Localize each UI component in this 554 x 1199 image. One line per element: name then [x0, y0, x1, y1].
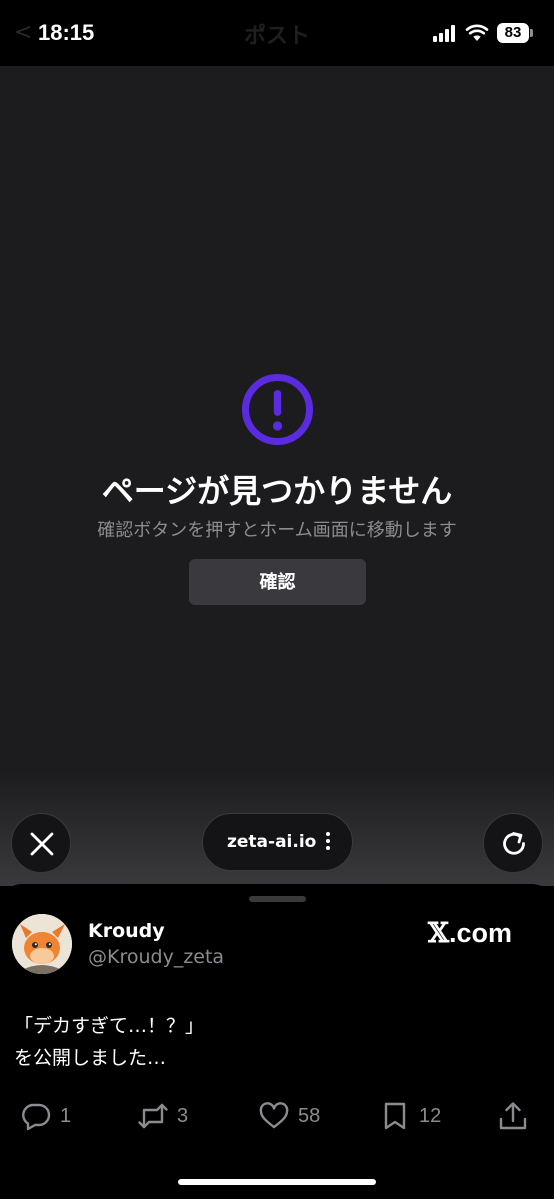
author-name[interactable]: Kroudy [88, 920, 165, 942]
bookmark-count: 12 [419, 1104, 442, 1127]
wifi-icon [465, 24, 489, 41]
x-logo-domain: .com [448, 918, 512, 948]
error-description: 確認ボタンを押すとホーム画面に移動します [97, 520, 457, 541]
exclamation-circle-icon [242, 374, 313, 445]
reply-count: 1 [60, 1104, 72, 1127]
status-time: 18:15 [38, 20, 95, 45]
post-sheet: Kroudy @Kroudy_zeta 𝕏.com 「デカすぎて…！？」 を公開… [0, 884, 554, 1199]
post-actions: 1 3 58 12 [0, 1096, 554, 1136]
status-bar: < ポスト 18:15 83 [0, 0, 554, 66]
retweet-icon [138, 1103, 168, 1129]
bookmark-icon [384, 1102, 406, 1130]
avatar[interactable] [12, 914, 72, 974]
close-button[interactable] [11, 813, 71, 873]
x-com-logo[interactable]: 𝕏.com [428, 918, 512, 949]
battery-tip [530, 29, 533, 37]
error-title: ページが見つかりません [101, 472, 453, 510]
home-indicator[interactable] [178, 1179, 376, 1185]
avatar-image [12, 914, 72, 974]
like-button[interactable]: 58 [258, 1096, 320, 1136]
reply-icon [22, 1103, 51, 1131]
reload-button[interactable] [483, 813, 543, 873]
bookmark-button[interactable]: 12 [379, 1096, 441, 1136]
reply-button[interactable]: 1 [20, 1096, 71, 1136]
url-pill[interactable]: zeta-ai.io [202, 813, 353, 871]
retweet-button[interactable]: 3 [137, 1096, 188, 1136]
author-handle[interactable]: @Kroudy_zeta [88, 946, 224, 968]
post-text: 「デカすぎて…！？」 を公開しました… [14, 1015, 205, 1069]
share-icon [499, 1102, 527, 1130]
sheet-handle[interactable] [249, 896, 306, 902]
like-count: 58 [298, 1104, 321, 1127]
confirm-button[interactable]: 確認 [189, 559, 366, 605]
battery-icon: 83 [497, 23, 529, 43]
cellular-signal-icon [433, 24, 455, 42]
heart-icon [259, 1102, 289, 1129]
url-text: zeta-ai.io [227, 832, 317, 852]
share-button[interactable] [497, 1096, 529, 1136]
x-logo-icon: 𝕏 [428, 918, 449, 949]
close-icon [30, 832, 54, 856]
more-options-icon[interactable] [325, 832, 331, 854]
retweet-count: 3 [177, 1104, 189, 1127]
reload-icon [503, 832, 525, 855]
